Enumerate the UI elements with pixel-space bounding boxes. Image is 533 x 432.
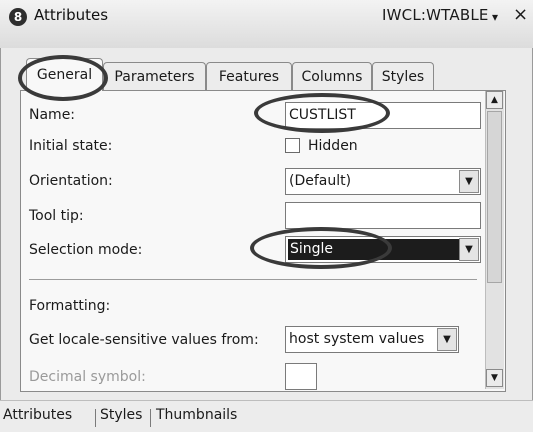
attributes-view-icon: 8 [9, 8, 27, 26]
orientation-label: Orientation: [29, 173, 113, 189]
close-icon[interactable]: × [513, 4, 528, 26]
tooltip-input[interactable] [285, 202, 481, 229]
chevron-down-icon[interactable]: ▼ [437, 328, 457, 351]
name-label: Name: [29, 107, 76, 123]
chevron-down-icon[interactable]: ▼ [459, 170, 479, 193]
decimal-symbol-input[interactable] [285, 363, 317, 390]
section-divider [29, 279, 477, 280]
tab-columns[interactable]: Columns [292, 62, 372, 90]
tab-features[interactable]: Features [206, 62, 292, 90]
locale-select[interactable]: host system values ▼ [285, 326, 459, 353]
hidden-checkbox-label: Hidden [308, 138, 358, 154]
selection-mode-select[interactable]: Single ▼ [285, 236, 481, 263]
view-tab-thumbnails[interactable]: Thumbnails [156, 404, 237, 426]
chevron-down-icon[interactable]: ▼ [459, 238, 479, 261]
general-tab-content: Name: CUSTLIST Initial state: Hidden Ori… [20, 90, 506, 392]
view-title: Attributes [34, 6, 109, 24]
tab-separator [95, 409, 96, 427]
tab-parameters[interactable]: Parameters [103, 62, 206, 90]
orientation-select[interactable]: (Default) ▼ [285, 168, 481, 195]
view-tab-bar [0, 400, 533, 432]
name-input[interactable]: CUSTLIST [285, 102, 481, 129]
tooltip-label: Tool tip: [29, 208, 84, 224]
view-tab-styles[interactable]: Styles [100, 404, 142, 426]
hidden-checkbox[interactable] [285, 138, 300, 153]
tab-separator [150, 409, 151, 427]
locale-value: host system values [289, 331, 425, 347]
locale-label: Get locale-sensitive values from: [29, 332, 259, 348]
initial-state-label: Initial state: [29, 138, 113, 154]
selection-mode-label: Selection mode: [29, 242, 143, 258]
selection-mode-value: Single [288, 239, 460, 260]
view-context-label: IWCL:WTABLE [382, 6, 489, 24]
tab-general[interactable]: General [26, 58, 103, 91]
view-tab-attributes[interactable]: Attributes [3, 404, 72, 426]
formatting-label: Formatting: [29, 298, 111, 314]
decimal-symbol-label: Decimal symbol: [29, 369, 146, 385]
scroll-up-icon[interactable]: ▲ [486, 91, 503, 109]
vertical-scrollbar[interactable]: ▲ ▼ [485, 91, 504, 389]
scroll-thumb[interactable] [487, 111, 502, 283]
tab-styles[interactable]: Styles [372, 62, 434, 90]
view-menu-icon[interactable]: ▾ [492, 6, 498, 28]
orientation-value: (Default) [289, 173, 352, 189]
scroll-down-icon[interactable]: ▼ [486, 369, 503, 387]
